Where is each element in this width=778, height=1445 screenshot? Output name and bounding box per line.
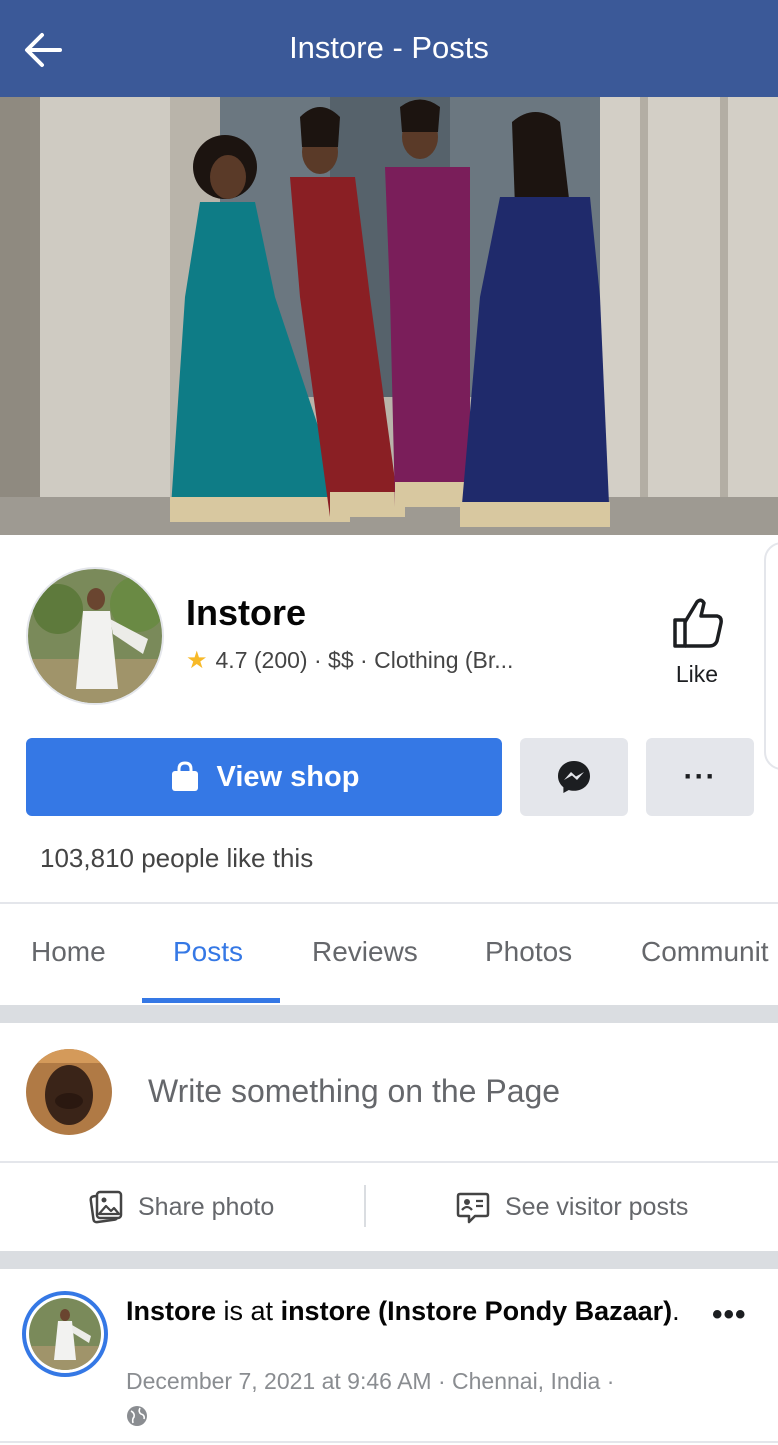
write-post-input[interactable]: Write something on the Page bbox=[148, 1073, 560, 1110]
section-separator bbox=[0, 1251, 778, 1269]
like-page-button[interactable]: Like bbox=[664, 594, 730, 694]
page-profile-picture[interactable] bbox=[26, 567, 164, 705]
share-photo-label: Share photo bbox=[138, 1192, 275, 1221]
user-avatar[interactable] bbox=[26, 1049, 112, 1135]
view-shop-button[interactable]: View shop bbox=[26, 738, 502, 816]
composer-actions: Share photo See visitor posts bbox=[0, 1163, 778, 1249]
partial-side-card bbox=[764, 542, 778, 770]
post-is-at: is at bbox=[216, 1296, 281, 1326]
price-range: $$ bbox=[328, 647, 354, 673]
thumbs-up-icon bbox=[673, 598, 723, 648]
star-icon: ★ bbox=[186, 647, 208, 674]
post-header-text: Instore is at instore (Instore Pondy Baz… bbox=[126, 1292, 686, 1330]
like-label: Like bbox=[675, 661, 719, 687]
page-meta-line: ★ 4.7 (200) · $$ · Clothing (Br... bbox=[186, 646, 513, 675]
post-author-avatar[interactable] bbox=[22, 1291, 108, 1377]
messenger-icon bbox=[558, 761, 590, 793]
page-category: Clothing (Br... bbox=[374, 647, 514, 673]
visitor-posts-icon bbox=[456, 1192, 490, 1224]
page-likes-count: 103,810 people like this bbox=[40, 843, 314, 873]
page-tabs: Home Posts Reviews Photos Communit bbox=[0, 904, 778, 1004]
tab-posts[interactable]: Posts bbox=[173, 936, 243, 968]
meta-separator: · bbox=[360, 647, 368, 673]
globe-icon bbox=[127, 1406, 147, 1426]
photo-icon bbox=[89, 1190, 123, 1224]
divider bbox=[0, 1441, 778, 1443]
tab-community[interactable]: Communit bbox=[641, 936, 769, 968]
post-period: . bbox=[672, 1296, 680, 1326]
reviews-count[interactable]: (200) bbox=[254, 647, 308, 674]
more-options-button[interactable]: ··· bbox=[646, 738, 754, 816]
active-tab-indicator bbox=[142, 998, 280, 1003]
meta-separator: · bbox=[313, 647, 322, 673]
share-photo-button[interactable]: Share photo bbox=[88, 1189, 274, 1225]
tab-photos[interactable]: Photos bbox=[485, 936, 572, 968]
visitor-posts-label: See visitor posts bbox=[505, 1192, 689, 1221]
rating-value: 4.7 bbox=[215, 647, 248, 673]
post-location[interactable]: instore (Instore Pondy Bazaar) bbox=[281, 1296, 673, 1326]
cover-photo[interactable] bbox=[0, 97, 778, 535]
action-divider bbox=[364, 1185, 366, 1227]
shopping-bag-icon bbox=[171, 761, 198, 791]
tab-reviews[interactable]: Reviews bbox=[312, 936, 418, 968]
messenger-button[interactable] bbox=[520, 738, 628, 816]
post-timestamp-location[interactable]: December 7, 2021 at 9:46 AM · Chennai, I… bbox=[126, 1368, 614, 1395]
view-shop-label: View shop bbox=[216, 760, 360, 793]
post-author-name[interactable]: Instore bbox=[126, 1296, 216, 1326]
see-visitor-posts-button[interactable]: See visitor posts bbox=[455, 1189, 688, 1225]
section-separator bbox=[0, 1005, 778, 1023]
post-options-button[interactable]: ••• bbox=[712, 1298, 747, 1332]
page-name: Instore bbox=[186, 592, 307, 633]
tab-home[interactable]: Home bbox=[31, 936, 106, 968]
top-app-bar: Instore - Posts bbox=[0, 0, 778, 97]
page-title: Instore - Posts bbox=[289, 30, 489, 65]
